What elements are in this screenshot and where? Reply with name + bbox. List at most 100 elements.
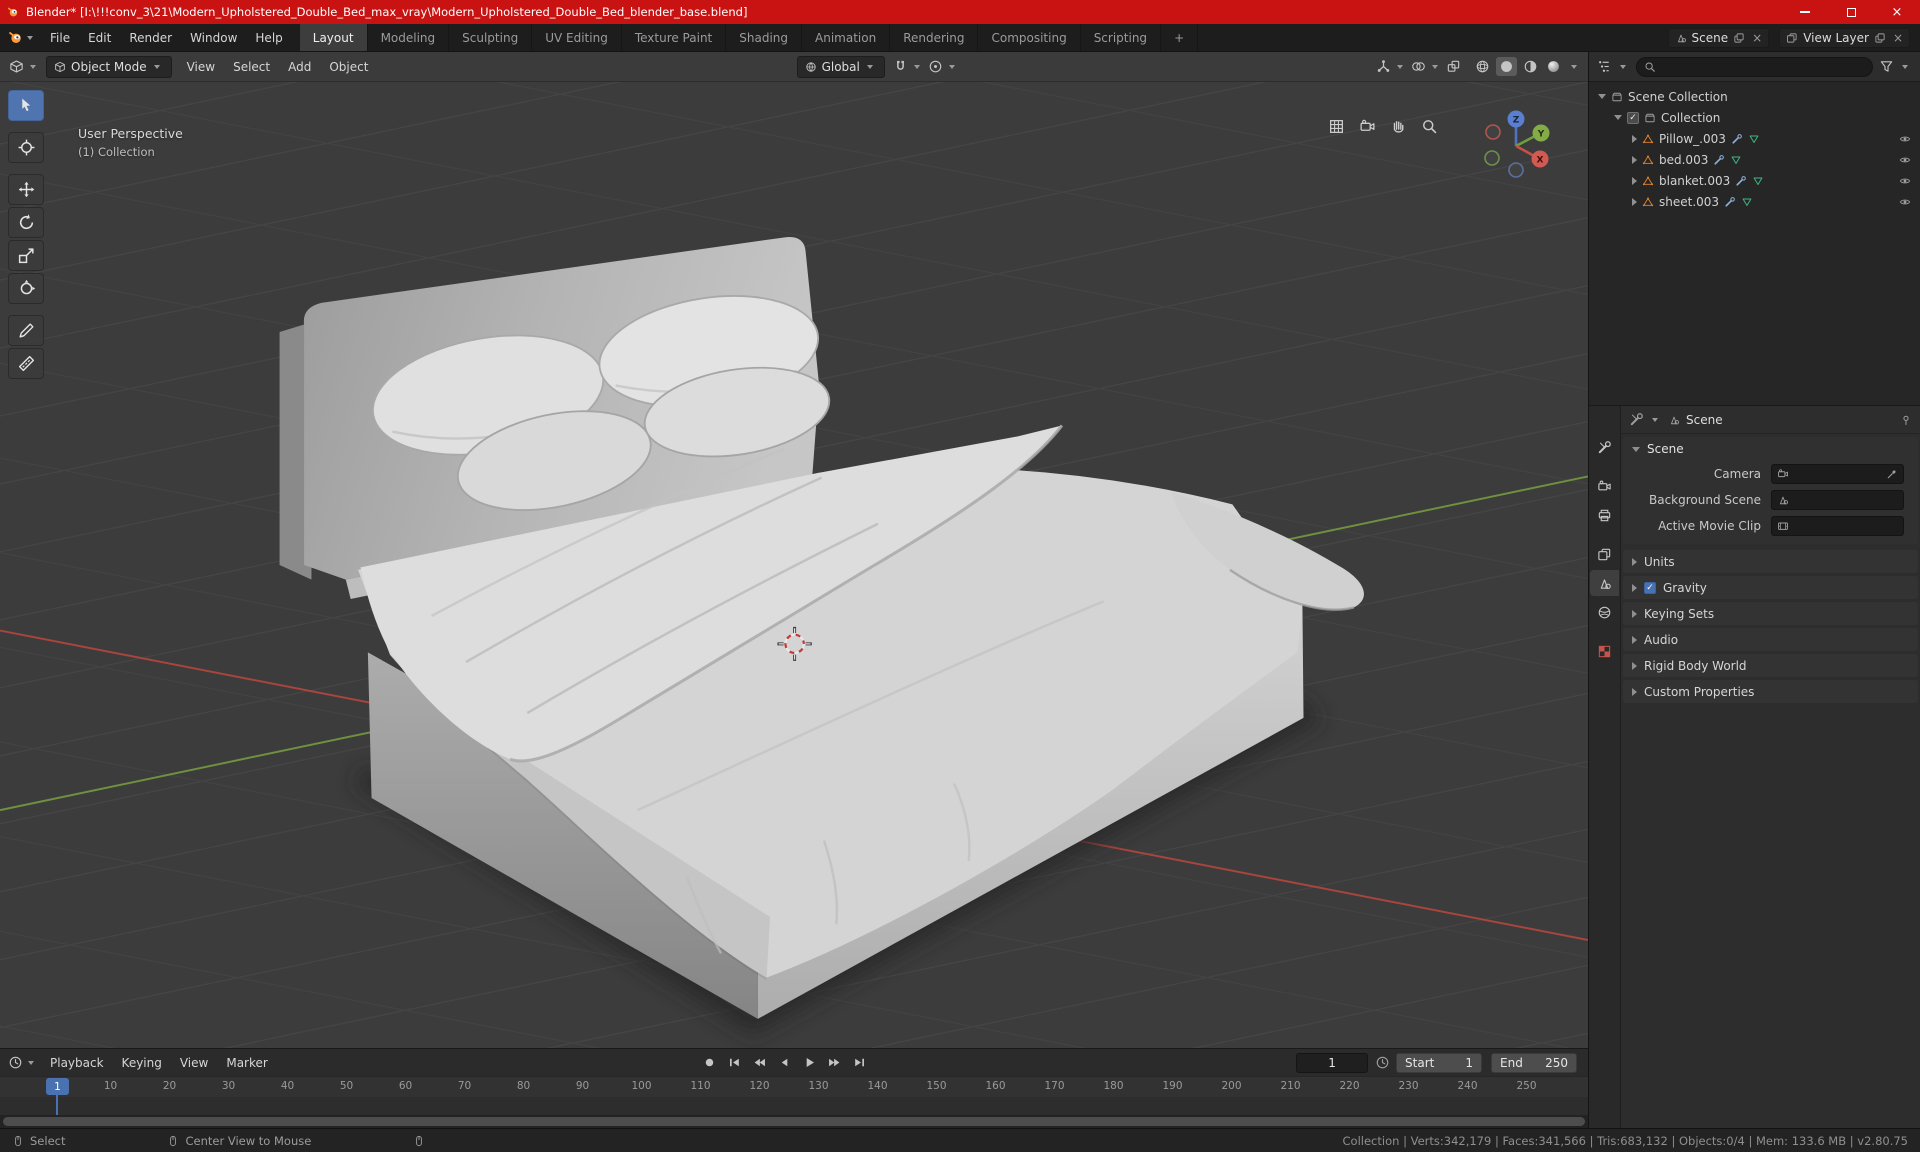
outliner-search-input[interactable] [1636, 56, 1873, 77]
movie-clip-field[interactable] [1771, 516, 1904, 536]
tab-scene[interactable] [1590, 570, 1619, 596]
scene-panel-header[interactable]: Scene [1623, 437, 1918, 461]
scale-tool[interactable] [8, 240, 44, 271]
timeline-menu-item[interactable]: Playback [41, 1056, 113, 1070]
shading-material-icon[interactable] [1523, 59, 1538, 74]
camera-view-icon[interactable] [1359, 118, 1376, 135]
new-scene-icon[interactable] [1733, 32, 1745, 44]
workspace-tab[interactable]: Rendering [890, 24, 979, 51]
object-row[interactable]: sheet.003 [1589, 191, 1920, 212]
eyedropper-icon[interactable] [1886, 468, 1898, 480]
zoom-icon[interactable] [1421, 118, 1438, 135]
editor-type-icon[interactable] [9, 59, 24, 74]
show-overlays-icon[interactable] [1411, 59, 1426, 74]
sync-clock-icon[interactable] [1375, 1055, 1390, 1070]
timeline-track[interactable] [0, 1097, 1588, 1115]
visibility-eye-icon[interactable] [1899, 154, 1911, 166]
play-reverse-button[interactable] [773, 1053, 795, 1073]
object-row[interactable]: blanket.003 [1589, 170, 1920, 191]
xray-toggle-icon[interactable] [1446, 59, 1461, 74]
current-frame-field[interactable]: 1 [1296, 1052, 1369, 1073]
section-audio[interactable]: Audio [1623, 628, 1918, 651]
mode-dropdown[interactable]: Object Mode [46, 55, 172, 78]
gizmo-neg-x-ball[interactable] [1485, 124, 1501, 140]
timeline-ruler[interactable]: 10 20 30 40 50 60 70 80 90 100 110 120 130 140 150 160 1… [0, 1076, 1588, 1097]
pan-hand-icon[interactable] [1390, 118, 1407, 135]
tab-output[interactable] [1590, 502, 1619, 528]
viewport-canvas[interactable]: User Perspective (1) Collection Z Y X [0, 82, 1588, 1048]
gizmo-neg-z-ball[interactable] [1508, 162, 1524, 178]
play-button[interactable] [798, 1053, 820, 1073]
object-row[interactable]: Pillow_.003 [1589, 128, 1920, 149]
toggle-grid-icon[interactable] [1328, 118, 1345, 135]
section-rigid-body-world[interactable]: Rigid Body World [1623, 654, 1918, 677]
workspace-tab[interactable]: Animation [802, 24, 891, 51]
section-custom-properties[interactable]: Custom Properties [1623, 680, 1918, 703]
workspace-tab[interactable]: Modeling [368, 24, 450, 51]
timeline-menu-item[interactable]: View [171, 1056, 217, 1070]
tab-texture[interactable] [1590, 638, 1619, 664]
camera-field[interactable] [1771, 464, 1904, 484]
timeline-scrollbar[interactable] [0, 1115, 1588, 1128]
show-gizmo-icon[interactable] [1376, 59, 1391, 74]
outliner-editor-icon[interactable] [1597, 59, 1612, 74]
expand-icon[interactable] [1632, 155, 1637, 164]
main-menu-item[interactable]: Edit [79, 31, 120, 45]
main-menu-item[interactable]: Render [120, 31, 181, 45]
visibility-eye-icon[interactable] [1899, 133, 1911, 145]
cursor-tool[interactable] [8, 132, 44, 163]
scene-selector[interactable]: Scene × [1667, 27, 1770, 48]
workspace-tab[interactable]: Texture Paint [622, 24, 727, 51]
tab-world[interactable] [1590, 599, 1619, 625]
transform-tool[interactable] [8, 273, 44, 304]
timeline-editor-icon[interactable] [8, 1055, 23, 1070]
close-button[interactable]: × [1874, 0, 1920, 24]
collection-row[interactable]: ✓ Collection [1589, 107, 1920, 128]
viewport-menu-item[interactable]: View [178, 60, 224, 74]
viewport-menu-item[interactable]: Select [224, 60, 279, 74]
section-gravity[interactable]: ✓ Gravity [1623, 576, 1918, 599]
main-menu-item[interactable]: Window [181, 31, 246, 45]
section-keying-sets[interactable]: Keying Sets [1623, 602, 1918, 625]
expand-icon[interactable] [1632, 134, 1637, 143]
jump-to-end-button[interactable] [848, 1053, 870, 1073]
unlink-scene-icon[interactable]: × [1750, 31, 1762, 45]
select-box-tool[interactable] [8, 90, 44, 121]
main-menu-item[interactable]: File [41, 31, 79, 45]
app-menu-button[interactable] [0, 24, 41, 51]
scene-render[interactable] [0, 82, 1588, 1048]
visibility-eye-icon[interactable] [1899, 175, 1911, 187]
properties-editor-icon[interactable] [1629, 412, 1644, 427]
tab-render[interactable] [1590, 473, 1619, 499]
main-menu-item[interactable]: Help [246, 31, 291, 45]
filter-funnel-icon[interactable] [1879, 59, 1894, 74]
proportional-edit-icon[interactable] [928, 59, 943, 74]
background-scene-field[interactable] [1771, 490, 1904, 510]
maximize-button[interactable] [1828, 0, 1874, 24]
playhead[interactable]: 1 [46, 1078, 69, 1095]
start-frame-field[interactable]: Start 1 [1396, 1052, 1483, 1073]
tab-tool[interactable] [1590, 434, 1619, 460]
shading-wireframe-icon[interactable] [1475, 59, 1490, 74]
shading-rendered-icon[interactable] [1546, 59, 1561, 74]
remove-layer-icon[interactable]: × [1891, 31, 1903, 45]
gravity-checkbox[interactable]: ✓ [1644, 581, 1656, 594]
move-tool[interactable] [8, 174, 44, 205]
collapse-icon[interactable] [1614, 115, 1622, 120]
gizmo-neg-y-ball[interactable] [1484, 150, 1500, 166]
orientation-dropdown[interactable]: Global [796, 55, 885, 78]
workspace-tab[interactable]: Layout [299, 24, 368, 51]
snap-magnet-icon[interactable] [893, 59, 908, 74]
annotate-tool[interactable] [8, 315, 44, 346]
record-button[interactable] [698, 1053, 720, 1073]
pin-icon[interactable] [1900, 414, 1912, 426]
jump-to-start-button[interactable] [723, 1053, 745, 1073]
workspace-tab[interactable]: Compositing [978, 24, 1081, 51]
workspace-tab[interactable]: Shading [726, 24, 802, 51]
scrollbar-thumb[interactable] [3, 1117, 1585, 1126]
workspace-tab[interactable]: + [1161, 24, 1199, 51]
tab-view-layer[interactable] [1590, 541, 1619, 567]
view-layer-selector[interactable]: View Layer × [1779, 27, 1910, 48]
rotate-tool[interactable] [8, 207, 44, 238]
end-frame-field[interactable]: End 250 [1491, 1052, 1578, 1073]
